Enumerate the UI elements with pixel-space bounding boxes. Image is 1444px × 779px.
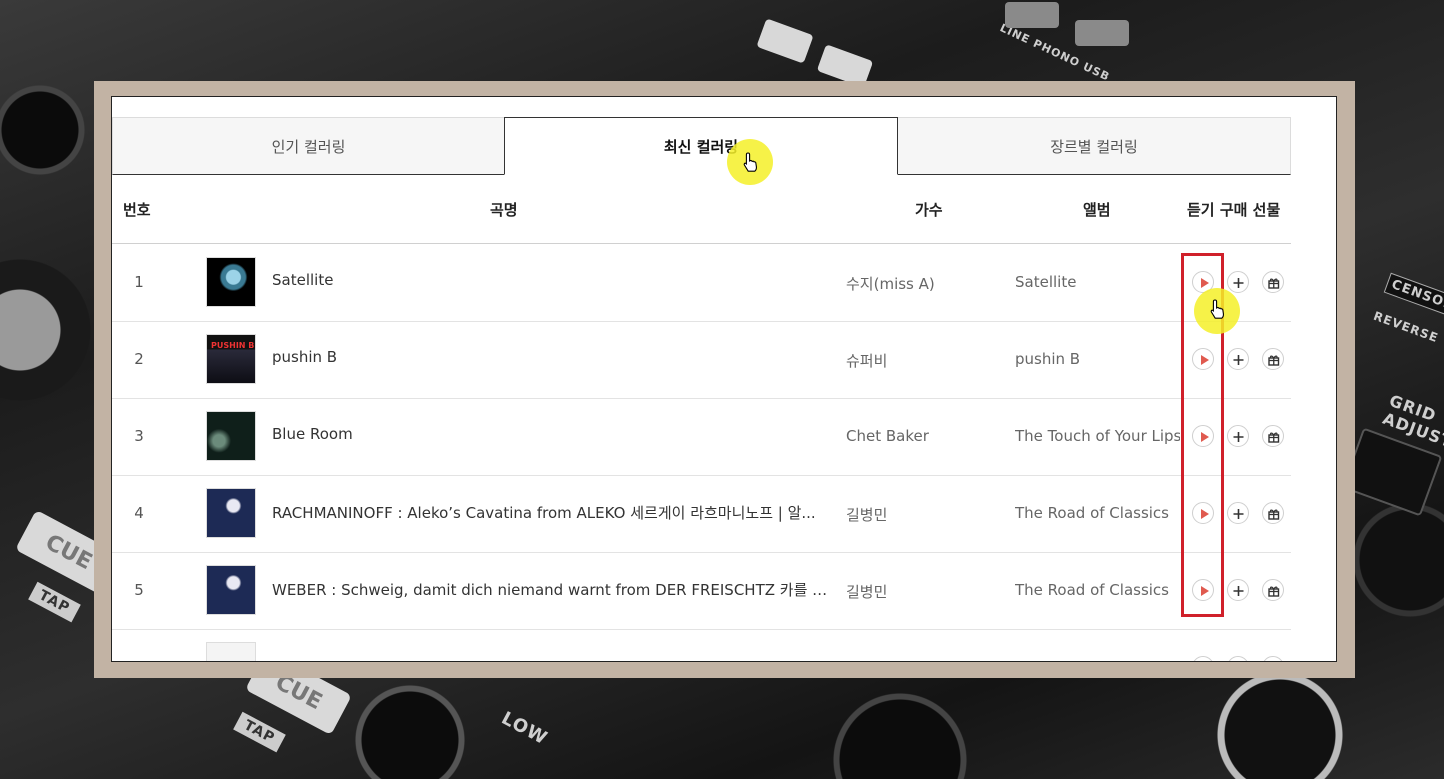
censor-label-bg: CENSOR xyxy=(1383,272,1444,319)
hand-cursor-icon xyxy=(1210,299,1224,319)
song-artist[interactable]: 수지(miss A) xyxy=(846,273,935,294)
song-album[interactable]: The Touch of Your Lips xyxy=(1015,427,1180,445)
header-actions: 듣기 구매 선물 xyxy=(1187,201,1281,219)
add-button[interactable] xyxy=(1227,502,1249,524)
table-row: 4 RACHMANINOFF : Aleko’s Cavatina from A… xyxy=(112,475,1291,553)
plus-icon xyxy=(1233,586,1244,596)
table-row: 2 PUSHIN B pushin B 슈퍼비 pushin B xyxy=(112,321,1291,399)
tab-bar: 인기 컬러링 최신 컬러링 장르별 컬러링 xyxy=(112,117,1291,177)
plus-icon xyxy=(1233,432,1244,442)
header-title: 곡명 xyxy=(490,201,518,219)
gift-icon xyxy=(1268,278,1280,289)
album-cover[interactable] xyxy=(206,642,256,661)
album-cover[interactable] xyxy=(206,565,256,615)
tab-popular[interactable]: 인기 컬러링 xyxy=(112,117,504,175)
header-number: 번호 xyxy=(123,201,151,219)
row-number: 2 xyxy=(134,350,144,368)
song-album[interactable]: pushin B xyxy=(1015,350,1180,368)
gift-icon xyxy=(1268,586,1280,597)
row-number: 1 xyxy=(134,273,144,291)
album-cover[interactable] xyxy=(206,411,256,461)
plus-icon xyxy=(1233,355,1244,365)
gift-button[interactable] xyxy=(1262,579,1284,601)
song-artist[interactable]: 길병민 xyxy=(846,504,887,525)
album-cover[interactable] xyxy=(206,257,256,307)
gift-button[interactable] xyxy=(1262,656,1284,661)
song-artist[interactable]: 슈퍼비 xyxy=(846,350,887,371)
song-artist[interactable]: Chet Baker xyxy=(846,427,929,445)
b-button-bg xyxy=(1075,20,1129,46)
song-title[interactable]: RACHMANINOFF : Aleko’s Cavatina from ALE… xyxy=(272,502,837,523)
reverse-label-bg: REVERSE xyxy=(1371,308,1441,346)
hand-cursor-icon xyxy=(743,152,757,172)
gift-button[interactable] xyxy=(1262,502,1284,524)
play-button[interactable] xyxy=(1192,656,1214,661)
row-number: 4 xyxy=(134,504,144,522)
table-row: 5 WEBER : Schweig, damit dich niemand wa… xyxy=(112,552,1291,630)
row-number: 3 xyxy=(134,427,144,445)
plus-icon xyxy=(1233,278,1244,288)
tab-genre[interactable]: 장르별 컬러링 xyxy=(898,117,1291,175)
header-artist: 가수 xyxy=(915,201,943,219)
add-button[interactable] xyxy=(1227,656,1249,661)
album-cover[interactable] xyxy=(206,488,256,538)
gift-button[interactable] xyxy=(1262,348,1284,370)
low-label-bg: LOW xyxy=(497,707,552,750)
tap-label-bg-2: TAP xyxy=(233,711,286,753)
song-album[interactable]: The Road of Classics xyxy=(1015,581,1180,599)
table-row: 1 Satellite 수지(miss A) Satellite xyxy=(112,244,1291,322)
a-button-bg xyxy=(1005,2,1059,28)
ringtone-panel: 인기 컬러링 최신 컬러링 장르별 컬러링 번호 곡명 가수 앨범 듣기 구매 … xyxy=(111,96,1337,662)
gift-button[interactable] xyxy=(1262,425,1284,447)
plus-icon xyxy=(1233,509,1244,519)
table-row: 3 Blue Room Chet Baker The Touch of Your… xyxy=(112,398,1291,476)
table-header: 번호 곡명 가수 앨범 듣기 구매 선물 xyxy=(112,177,1291,244)
gift-button[interactable] xyxy=(1262,271,1284,293)
add-button[interactable] xyxy=(1227,348,1249,370)
gift-icon xyxy=(1268,355,1280,366)
add-button[interactable] xyxy=(1227,579,1249,601)
table-row-partial xyxy=(112,629,1291,661)
album-cover[interactable]: PUSHIN B xyxy=(206,334,256,384)
add-button[interactable] xyxy=(1227,271,1249,293)
header-album: 앨범 xyxy=(1083,201,1111,219)
song-artist[interactable]: 길병민 xyxy=(846,581,887,602)
song-title[interactable]: WEBER : Schweig, damit dich niemand warn… xyxy=(272,579,837,600)
cover-text: PUSHIN B xyxy=(211,341,255,350)
song-album[interactable]: The Road of Classics xyxy=(1015,504,1180,522)
add-button[interactable] xyxy=(1227,425,1249,447)
gift-icon xyxy=(1268,509,1280,520)
song-title[interactable]: pushin B xyxy=(272,348,837,366)
gift-icon xyxy=(1268,432,1280,443)
tab-latest[interactable]: 최신 컬러링 xyxy=(504,117,898,175)
tap-label-bg: TAP xyxy=(28,581,81,623)
song-title[interactable]: Satellite xyxy=(272,271,837,289)
fx-button-bg xyxy=(756,18,814,64)
row-number: 5 xyxy=(134,581,144,599)
content-frame: 인기 컬러링 최신 컬러링 장르별 컬러링 번호 곡명 가수 앨범 듣기 구매 … xyxy=(94,81,1355,678)
song-album[interactable]: Satellite xyxy=(1015,273,1180,291)
song-title[interactable]: Blue Room xyxy=(272,425,837,443)
